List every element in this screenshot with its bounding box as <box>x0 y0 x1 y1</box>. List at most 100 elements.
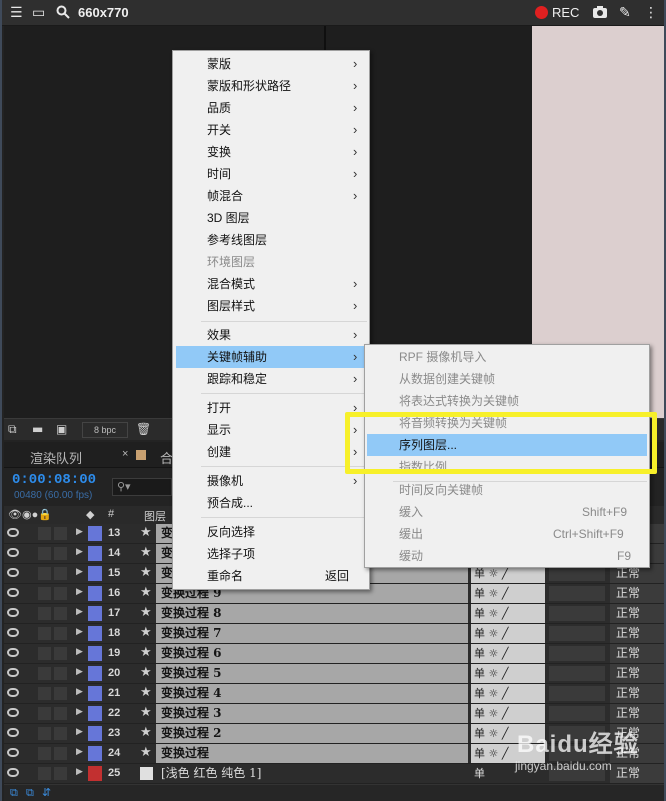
bpc-button[interactable]: 8 bpc <box>82 422 128 438</box>
lock-toggle[interactable] <box>54 547 67 560</box>
layer-row[interactable]: ▶ 22 ★ 变换过程 3单 ☼ ╱ 正常 <box>4 704 664 724</box>
menu-item-switches[interactable]: 开关 › <box>173 119 369 141</box>
window-icon[interactable]: ▭ <box>32 5 45 21</box>
menu-item-3d-layer[interactable]: 3D 图层 <box>173 207 369 229</box>
twirl-triangle-icon[interactable]: ▶ <box>76 627 83 637</box>
pen-icon[interactable]: ✎ <box>619 5 631 21</box>
layer-search-input[interactable]: ⚲▾ <box>112 478 172 496</box>
eye-icon[interactable] <box>7 588 19 597</box>
layer-switch-boxes[interactable] <box>549 746 605 761</box>
menu-item-reveal[interactable]: 显示 › <box>173 419 369 441</box>
layer-switch-boxes[interactable] <box>549 706 605 721</box>
layer-switch-boxes[interactable] <box>549 686 605 701</box>
blend-mode-select[interactable]: 正常 <box>610 664 664 683</box>
rec-dot-icon[interactable] <box>535 6 548 19</box>
timecode[interactable]: 0:00:08:00 <box>12 472 96 488</box>
menu-item-time[interactable]: 时间 › <box>173 163 369 185</box>
eye-icon[interactable] <box>7 708 19 717</box>
layer-switches[interactable]: 单 ☼ ╱ <box>471 684 545 703</box>
label-swatch[interactable] <box>88 606 102 621</box>
layer-switches[interactable]: 单 ☼ ╱ <box>471 724 545 743</box>
eye-icon[interactable] <box>7 548 19 557</box>
layer-row[interactable]: ▶ 19 ★ 变换过程 6单 ☼ ╱ 正常 <box>4 644 664 664</box>
layer-switch-boxes[interactable] <box>549 726 605 741</box>
lock-toggle[interactable] <box>54 667 67 680</box>
audio-toggle[interactable] <box>38 547 51 560</box>
layer-switches[interactable]: 单 <box>471 764 545 783</box>
blend-mode-select[interactable]: 正常 <box>610 704 664 723</box>
twirl-triangle-icon[interactable]: ▶ <box>76 567 83 577</box>
label-swatch[interactable] <box>88 666 102 681</box>
close-icon[interactable]: × <box>122 448 128 460</box>
blend-mode-select[interactable]: 正常 <box>610 604 664 623</box>
layer-switches[interactable]: 单 ☼ ╱ <box>471 604 545 623</box>
eye-icon[interactable] <box>7 648 19 657</box>
menu-item-blend-mode[interactable]: 混合模式 › <box>173 273 369 295</box>
layer-name[interactable]: 变换过程 7 <box>156 624 468 643</box>
layer-row[interactable]: ▶ 21 ★ 变换过程 4单 ☼ ╱ 正常 <box>4 684 664 704</box>
layer-name[interactable]: 变换过程 4 <box>156 684 468 703</box>
rec-button[interactable]: REC <box>552 5 579 20</box>
lock-toggle[interactable] <box>54 647 67 660</box>
layer-row[interactable]: ▶ 20 ★ 变换过程 5单 ☼ ╱ 正常 <box>4 664 664 684</box>
blend-mode-select[interactable]: 正常 <box>610 684 664 703</box>
menu-item-keyframe-assistant[interactable]: 关键帧辅助 › <box>176 346 367 368</box>
menu-item-effect[interactable]: 效果 › <box>173 324 369 346</box>
blend-mode-select[interactable]: 正常 <box>610 744 664 763</box>
label-swatch[interactable] <box>88 546 102 561</box>
layer-row[interactable]: ▶ 18 ★ 变换过程 7单 ☼ ╱ 正常 <box>4 624 664 644</box>
label-swatch[interactable] <box>88 586 102 601</box>
twirl-triangle-icon[interactable]: ▶ <box>76 647 83 657</box>
menu-item-mask-shape-path[interactable]: 蒙版和形状路径 › <box>173 75 369 97</box>
layer-switches[interactable]: 单 ☼ ╱ <box>471 744 545 763</box>
label-swatch[interactable] <box>88 766 102 781</box>
eye-icon[interactable] <box>7 568 19 577</box>
twirl-triangle-icon[interactable]: ▶ <box>76 547 83 557</box>
layer-switches[interactable]: 单 ☼ ╱ <box>471 624 545 643</box>
layer-switch-boxes[interactable] <box>549 646 605 661</box>
transfer-controls-icon[interactable]: ⧉ <box>26 786 34 800</box>
layer-switch-boxes[interactable] <box>549 626 605 641</box>
menu-item-invert-selection[interactable]: 反向选择 <box>173 521 369 543</box>
menu-item-rename[interactable]: 重命名 返回 <box>173 565 369 587</box>
search-icon[interactable] <box>56 5 70 23</box>
menu-item-layer-styles[interactable]: 图层样式 › <box>173 295 369 317</box>
label-swatch[interactable] <box>88 706 102 721</box>
label-swatch[interactable] <box>88 646 102 661</box>
lock-toggle[interactable] <box>54 527 67 540</box>
lock-toggle[interactable] <box>54 727 67 740</box>
twirl-triangle-icon[interactable]: ▶ <box>76 687 83 697</box>
label-swatch[interactable] <box>88 526 102 541</box>
audio-toggle[interactable] <box>38 727 51 740</box>
menu-item-quality[interactable]: 品质 › <box>173 97 369 119</box>
eye-icon[interactable] <box>7 748 19 757</box>
lock-toggle[interactable] <box>54 627 67 640</box>
eye-icon[interactable] <box>7 688 19 697</box>
blend-mode-select[interactable]: 正常 <box>610 724 664 743</box>
comp-icon[interactable]: ▣ <box>56 422 67 436</box>
audio-toggle[interactable] <box>38 607 51 620</box>
blend-mode-select[interactable]: 正常 <box>610 764 664 783</box>
layer-name[interactable]: [浅色 红色 纯色 1] <box>156 764 468 783</box>
layer-name[interactable]: 变换过程 3 <box>156 704 468 723</box>
layer-switches[interactable]: 单 ☼ ╱ <box>471 584 545 603</box>
more-icon[interactable]: ⋮ <box>644 5 658 21</box>
audio-toggle[interactable] <box>38 707 51 720</box>
layer-name[interactable]: 变换过程 8 <box>156 604 468 623</box>
layer-row[interactable]: ▶ 25 [浅色 红色 纯色 1] 单 正常 <box>4 764 664 784</box>
lock-toggle[interactable] <box>54 607 67 620</box>
twirl-triangle-icon[interactable]: ▶ <box>76 667 83 677</box>
twirl-triangle-icon[interactable]: ▶ <box>76 527 83 537</box>
twirl-triangle-icon[interactable]: ▶ <box>76 587 83 597</box>
lock-toggle[interactable] <box>54 587 67 600</box>
label-swatch[interactable] <box>88 566 102 581</box>
audio-toggle[interactable] <box>38 767 51 780</box>
menu-item-frame-blending[interactable]: 帧混合 › <box>173 185 369 207</box>
audio-toggle[interactable] <box>38 687 51 700</box>
menu-item-camera[interactable]: 摄像机 › <box>173 470 369 492</box>
eye-icon[interactable] <box>7 728 19 737</box>
audio-toggle[interactable] <box>38 527 51 540</box>
lock-toggle[interactable] <box>54 707 67 720</box>
audio-toggle[interactable] <box>38 587 51 600</box>
audio-toggle[interactable] <box>38 567 51 580</box>
